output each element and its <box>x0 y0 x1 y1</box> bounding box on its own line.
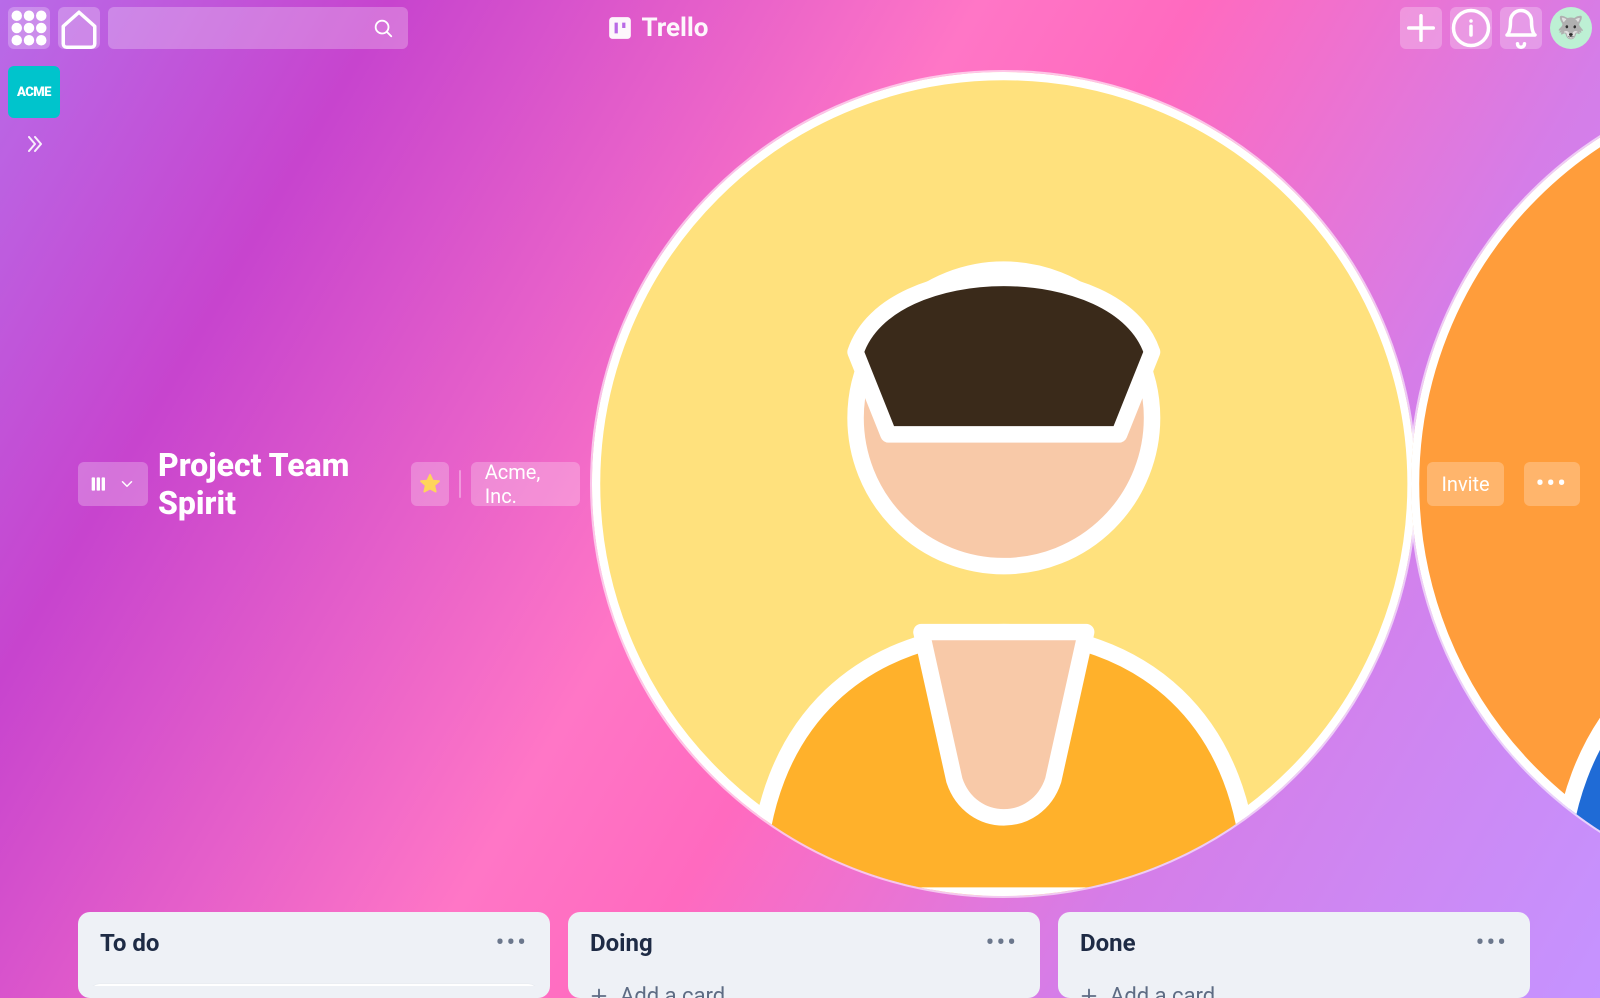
team-rail: ACME <box>0 56 68 998</box>
search-icon <box>372 17 394 39</box>
team-name-button[interactable]: Acme, Inc. <box>471 462 580 506</box>
user-avatar[interactable]: 🐺 <box>1550 7 1592 49</box>
list-menu-button[interactable]: ••• <box>986 928 1018 958</box>
member-avatar[interactable] <box>590 70 1418 898</box>
star-board-button[interactable] <box>411 462 449 506</box>
add-card-button[interactable]: Add a card <box>1070 972 1518 998</box>
list-title[interactable]: To do <box>100 929 159 957</box>
board-members[interactable]: +12 <box>590 70 1418 898</box>
apps-button[interactable] <box>8 7 50 49</box>
list-title[interactable]: Doing <box>590 929 653 957</box>
list-title[interactable]: Done <box>1080 929 1136 957</box>
rail-expand-button[interactable] <box>22 132 46 160</box>
info-button[interactable] <box>1450 7 1492 49</box>
chevron-down-icon <box>118 475 136 493</box>
board-title[interactable]: Project Team Spirit <box>158 446 401 522</box>
team-logo[interactable]: ACME <box>8 66 60 118</box>
app-logo: Trello <box>416 13 900 43</box>
plus-icon <box>588 985 610 998</box>
plus-icon <box>1078 985 1100 998</box>
card[interactable]: 3 <box>90 984 538 986</box>
search-input[interactable] <box>108 7 408 49</box>
list-todo: To do ••• <box>78 912 550 998</box>
trello-icon <box>607 15 633 41</box>
topbar: Trello 🐺 <box>0 0 1600 56</box>
notifications-button[interactable] <box>1500 7 1542 49</box>
board-icon <box>90 474 110 494</box>
star-icon <box>419 473 441 495</box>
list-doing: Doing ••• 4 July 15 <box>568 912 1040 998</box>
lists-container: To do ••• <box>68 912 1590 998</box>
invite-button[interactable]: Invite <box>1427 462 1503 506</box>
board-menu-button[interactable]: ••• <box>1524 462 1580 506</box>
divider <box>459 470 461 498</box>
list-menu-button[interactable]: ••• <box>496 928 528 958</box>
create-button[interactable] <box>1400 7 1442 49</box>
list-done: Done ••• 2 2/2 Jun 16 <box>1058 912 1530 998</box>
add-card-button[interactable]: Add a card <box>580 972 1028 998</box>
board-view-switcher[interactable] <box>78 462 148 506</box>
list-menu-button[interactable]: ••• <box>1476 928 1508 958</box>
home-button[interactable] <box>58 7 100 49</box>
board-header: Project Team Spirit Acme, Inc. +12 Invit… <box>68 64 1590 912</box>
